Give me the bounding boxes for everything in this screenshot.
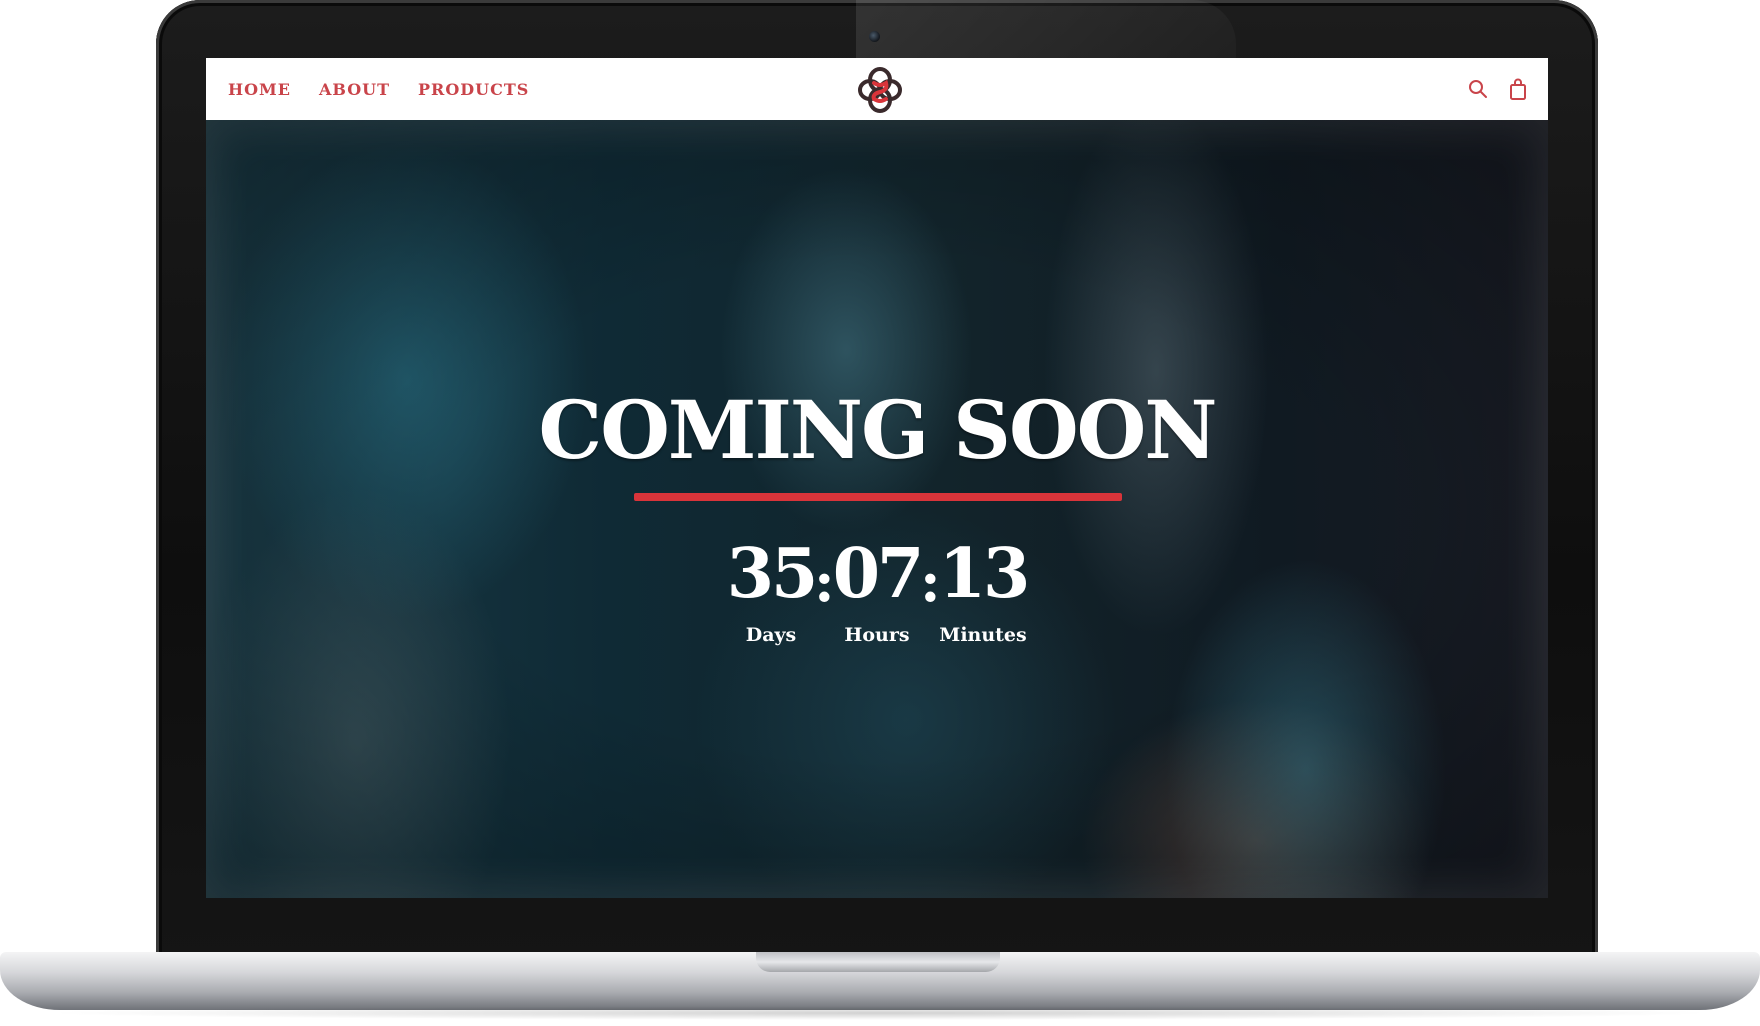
countdown-hours: 07 Hours bbox=[832, 534, 925, 646]
laptop-screen: HOME ABOUT PRODUCTS COMING SOON 35 Days … bbox=[206, 58, 1548, 898]
site-header: HOME ABOUT PRODUCTS bbox=[206, 58, 1548, 120]
header-actions bbox=[1468, 77, 1528, 101]
laptop-hinge-notch bbox=[756, 952, 1000, 972]
nav-item-about[interactable]: ABOUT bbox=[319, 80, 390, 99]
hero-background-image bbox=[206, 120, 1548, 898]
countdown-days: 35 Days bbox=[726, 534, 819, 646]
minutes-label: Minutes bbox=[939, 624, 1027, 646]
coming-soon-headline: COMING SOON bbox=[538, 383, 1218, 477]
nav-item-home[interactable]: HOME bbox=[228, 80, 291, 99]
nav-item-products[interactable]: PRODUCTS bbox=[418, 80, 529, 99]
search-icon[interactable] bbox=[1468, 77, 1488, 101]
brand-logo-icon[interactable] bbox=[857, 63, 903, 117]
hours-label: Hours bbox=[844, 624, 910, 646]
hero-banner: COMING SOON 35 Days : 07 Hours : 13 Minu… bbox=[206, 120, 1548, 898]
webcam bbox=[869, 31, 880, 42]
laptop-mockup: HOME ABOUT PRODUCTS COMING SOON 35 Days … bbox=[0, 0, 1760, 1026]
minutes-value: 13 bbox=[938, 534, 1031, 614]
shopping-bag-icon[interactable] bbox=[1508, 77, 1528, 101]
days-label: Days bbox=[745, 624, 797, 646]
countdown-separator: : bbox=[814, 549, 835, 615]
countdown-minutes: 13 Minutes bbox=[938, 534, 1031, 646]
days-value: 35 bbox=[726, 534, 819, 614]
hours-value: 07 bbox=[832, 534, 925, 614]
main-nav: HOME ABOUT PRODUCTS bbox=[206, 80, 529, 99]
headline-underline bbox=[634, 493, 1122, 501]
laptop-shadow bbox=[40, 1006, 1720, 1020]
countdown-separator: : bbox=[920, 549, 941, 615]
countdown-timer: 35 Days : 07 Hours : 13 Minutes bbox=[206, 540, 1548, 646]
